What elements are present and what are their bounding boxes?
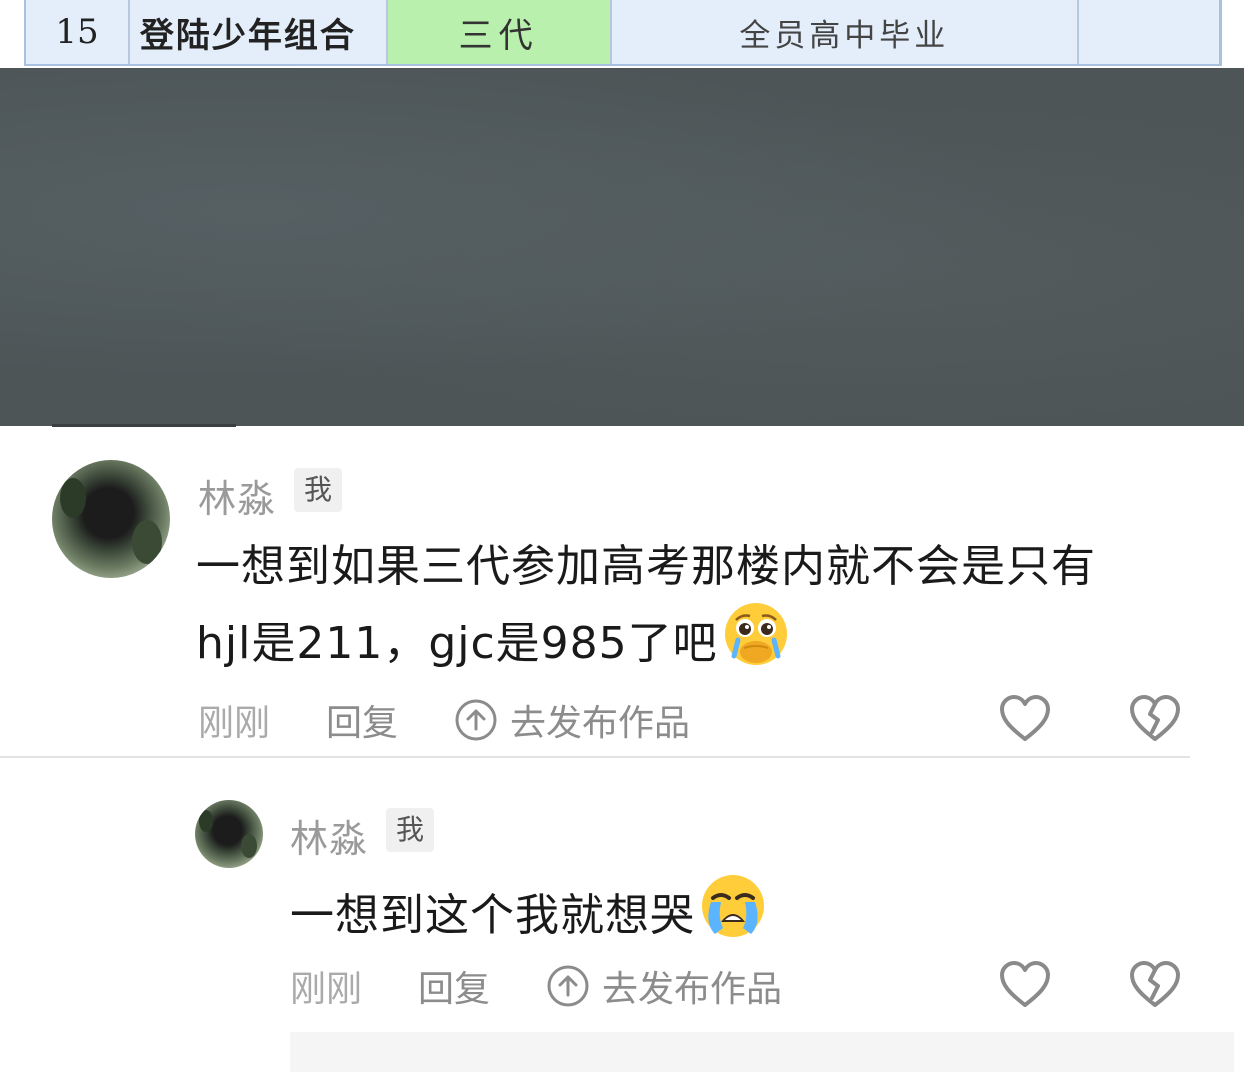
comment-meta: 刚刚 回复 去发布作品	[290, 962, 782, 1010]
pleading-face-icon	[722, 600, 790, 687]
comment-text-line: 一想到如果三代参加高考那楼内就不会是只有	[196, 541, 1096, 592]
like-heart-icon[interactable]	[998, 694, 1052, 748]
group-name-cell: 登陆少年组合	[130, 0, 388, 64]
comment-text-line: 一想到这个我就想哭	[290, 889, 695, 941]
avatar[interactable]	[52, 460, 170, 578]
like-heart-icon[interactable]	[998, 960, 1052, 1014]
me-badge: 我	[294, 468, 343, 512]
empty-cell	[1079, 0, 1219, 64]
video-progress-bar	[52, 424, 236, 427]
comment-text: 一想到这个我就想哭	[290, 872, 1190, 959]
comment-divider	[0, 756, 1190, 758]
table-screenshot: 15 登陆少年组合 三代 全员高中毕业	[0, 0, 1244, 68]
me-badge: 我	[386, 808, 435, 852]
publish-work-label: 去发布作品	[602, 969, 783, 1010]
publish-work-button[interactable]: 去发布作品	[454, 694, 690, 746]
table-row: 15 登陆少年组合 三代 全员高中毕业	[24, 0, 1222, 66]
publish-work-button[interactable]: 去发布作品	[546, 960, 782, 1012]
publish-work-label: 去发布作品	[510, 703, 691, 744]
comment-meta: 刚刚 回复 去发布作品	[198, 696, 690, 744]
comment-text-line-2: hjl是211，gjc是985了吧	[196, 617, 718, 669]
comment-username[interactable]: 林淼	[290, 808, 368, 863]
comment-time: 刚刚	[198, 703, 271, 744]
comment-time: 刚刚	[290, 969, 363, 1010]
note-cell: 全员高中毕业	[612, 0, 1080, 64]
comment-username[interactable]: 林淼	[198, 468, 276, 523]
avatar[interactable]	[195, 800, 263, 868]
comment-text-line: hjl是211，gjc是985了吧	[196, 600, 1196, 687]
dislike-broken-heart-icon[interactable]	[1128, 694, 1182, 748]
reply-button[interactable]: 回复	[418, 960, 490, 1012]
upload-circle-icon	[547, 965, 589, 1007]
row-number-cell: 15	[26, 0, 130, 64]
upload-circle-icon	[455, 699, 497, 741]
comment-text: 一想到如果三代参加高考那楼内就不会是只有 hjl是211，gjc是985了吧	[196, 534, 1196, 687]
next-comment-preview	[290, 1032, 1234, 1072]
loudly-crying-face-icon	[699, 872, 767, 959]
generation-cell: 三代	[387, 0, 612, 64]
video-preview[interactable]	[0, 68, 1244, 426]
dislike-broken-heart-icon[interactable]	[1128, 960, 1182, 1014]
reply-button[interactable]: 回复	[326, 694, 398, 746]
